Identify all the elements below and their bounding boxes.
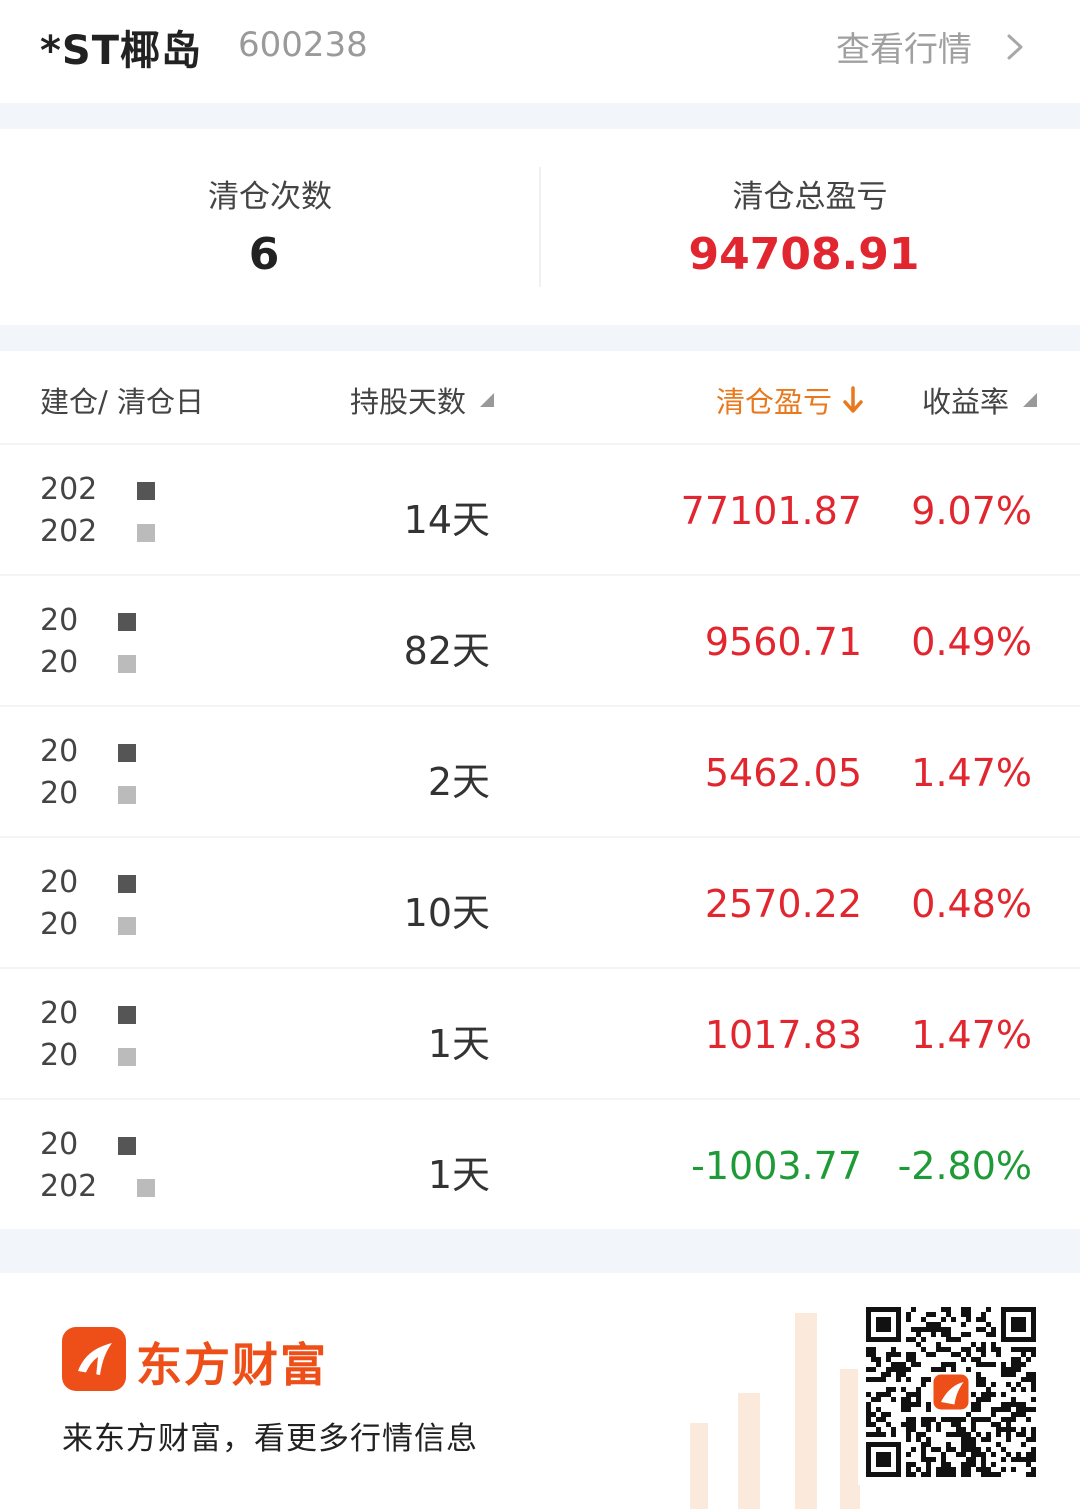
close-date: 20 — [40, 904, 240, 946]
cell-profit: 9560.71 — [704, 620, 862, 664]
redaction-mask — [118, 785, 137, 804]
decor-candle — [795, 1313, 817, 1509]
cell-return-rate: -2.80% — [897, 1144, 1032, 1188]
cell-profit: 2570.22 — [704, 882, 862, 926]
cell-profit: 5462.05 — [704, 751, 862, 795]
clearance-count-label: 清仓次数 — [208, 179, 332, 215]
cell-holding-days: 82天 — [403, 629, 490, 673]
clearance-total-label: 清仓总盈亏 — [732, 179, 888, 215]
decor-candle — [738, 1393, 760, 1509]
stock-name: *ST椰岛 — [40, 28, 203, 74]
close-date: 20 — [40, 642, 240, 684]
column-header-rate[interactable]: 收益率 — [922, 379, 1038, 421]
redaction-mask — [118, 612, 137, 631]
stock-code: 600238 — [238, 25, 368, 65]
clearance-count-block: 清仓次数 6 — [0, 129, 540, 325]
view-quote-link[interactable]: 查看行情 — [836, 22, 1030, 71]
decor-candle — [840, 1369, 860, 1509]
column-header-profit[interactable]: 清仓盈亏 — [716, 379, 864, 421]
redaction-mask — [137, 1178, 156, 1197]
table-row[interactable]: 20 20 2天 5462.05 1.47% — [0, 705, 1080, 836]
redaction-mask — [118, 1047, 137, 1066]
section-gap — [0, 103, 1080, 129]
sort-triangle-icon — [1023, 393, 1038, 407]
redaction-mask — [137, 523, 156, 542]
cell-return-rate: 9.07% — [911, 489, 1032, 533]
column-header-date: 建仓/ 清仓日 — [40, 379, 204, 421]
sort-triangle-icon — [480, 393, 495, 407]
redaction-mask — [118, 916, 137, 935]
column-header-rate-label: 收益率 — [922, 385, 1010, 419]
stock-header: *ST椰岛 600238 查看行情 — [0, 0, 1080, 103]
footer-banner: 东方财富 来东方财富，看更多行情信息 — [0, 1273, 1080, 1509]
footer-slogan: 来东方财富，看更多行情信息 — [62, 1421, 478, 1457]
redaction-mask — [118, 874, 137, 893]
redaction-mask — [118, 743, 137, 762]
table-header: 建仓/ 清仓日 持股天数 清仓盈亏 收益率 — [0, 351, 1080, 443]
close-date: 20 — [40, 1035, 240, 1077]
cell-holding-days: 2天 — [427, 760, 490, 804]
column-header-days[interactable]: 持股天数 — [350, 379, 495, 421]
cell-return-rate: 0.48% — [911, 882, 1032, 926]
clearance-table: 建仓/ 清仓日 持股天数 清仓盈亏 收益率 202 202 14天 77101.87 9… — [0, 351, 1080, 1229]
qr-code-icon — [866, 1307, 1036, 1477]
cell-return-rate: 1.47% — [911, 751, 1032, 795]
table-row[interactable]: 20 20 10天 2570.22 0.48% — [0, 836, 1080, 967]
redaction-mask — [118, 654, 137, 673]
open-date: 20 — [40, 1124, 240, 1166]
cell-holding-days: 14天 — [403, 498, 490, 542]
open-date: 20 — [40, 993, 240, 1035]
clearance-summary: 清仓次数 6 清仓总盈亏 94708.91 — [0, 129, 1080, 325]
clearance-total-block: 清仓总盈亏 94708.91 — [540, 129, 1080, 325]
eastmoney-logo-icon — [62, 1327, 126, 1391]
decor-candle — [690, 1423, 708, 1509]
table-row[interactable]: 20 202 1天 -1003.77 -2.80% — [0, 1098, 1080, 1229]
cell-profit: 77101.87 — [680, 489, 862, 533]
cell-dates: 20 202 — [40, 1124, 240, 1208]
cell-return-rate: 1.47% — [911, 1013, 1032, 1057]
table-row[interactable]: 20 20 82天 9560.71 0.49% — [0, 574, 1080, 705]
cell-dates: 20 20 — [40, 862, 240, 946]
view-quote-label: 查看行情 — [836, 30, 972, 70]
cell-dates: 20 20 — [40, 993, 240, 1077]
redaction-mask — [137, 481, 156, 500]
open-date: 20 — [40, 731, 240, 773]
section-gap — [0, 325, 1080, 351]
cell-profit: 1017.83 — [704, 1013, 862, 1057]
open-date: 20 — [40, 600, 240, 642]
table-row[interactable]: 20 20 1天 1017.83 1.47% — [0, 967, 1080, 1098]
redaction-mask — [118, 1136, 137, 1155]
arrow-down-icon — [843, 386, 863, 413]
column-header-profit-label: 清仓盈亏 — [716, 385, 833, 419]
close-date: 20 — [40, 773, 240, 815]
close-date: 202 — [40, 511, 240, 553]
cell-holding-days: 1天 — [427, 1153, 490, 1197]
open-date: 20 — [40, 862, 240, 904]
cell-holding-days: 1天 — [427, 1022, 490, 1066]
chevron-right-icon — [1007, 34, 1023, 59]
redaction-mask — [118, 1005, 137, 1024]
clearance-count-value: 6 — [248, 229, 280, 280]
cell-holding-days: 10天 — [403, 891, 490, 935]
cell-dates: 20 20 — [40, 600, 240, 684]
clearance-total-value: 94708.91 — [688, 229, 920, 280]
open-date: 202 — [40, 469, 240, 511]
cell-return-rate: 0.49% — [911, 620, 1032, 664]
brand-name: 东方财富 — [136, 1338, 328, 1392]
table-row[interactable]: 202 202 14天 77101.87 9.07% — [0, 443, 1080, 574]
close-date: 202 — [40, 1166, 240, 1208]
cell-dates: 202 202 — [40, 469, 240, 553]
cell-dates: 20 20 — [40, 731, 240, 815]
column-header-date-label: 建仓/ 清仓日 — [40, 385, 204, 419]
qr-code-box — [858, 1299, 1044, 1485]
cell-profit: -1003.77 — [691, 1144, 862, 1188]
column-header-days-label: 持股天数 — [350, 385, 467, 419]
section-gap — [0, 1229, 1080, 1273]
